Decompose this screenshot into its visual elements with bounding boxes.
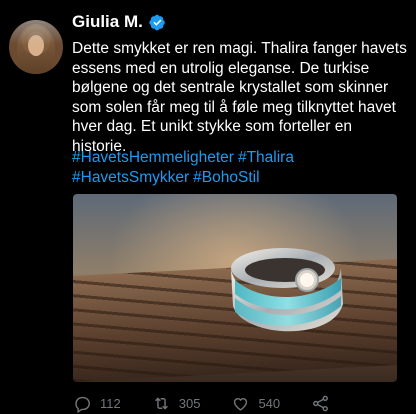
author-display-name[interactable]: Giulia M. (72, 12, 143, 32)
hashtag-link[interactable]: #HavetsHemmeligheter (72, 149, 234, 166)
reply-button[interactable]: 112 (73, 394, 121, 413)
retweet-button[interactable]: 305 (152, 394, 201, 413)
tweet-text: Dette smykket er ren magi. Thalira fange… (72, 40, 407, 155)
tweet: Giulia M. Dette smykket er ren magi. Tha… (0, 0, 416, 414)
tweet-actions: 112 305 540 (73, 393, 373, 413)
share-button[interactable] (311, 394, 330, 413)
hashtag-link[interactable]: #BohoStil (193, 169, 259, 186)
retweet-icon (154, 396, 168, 410)
like-count: 540 (258, 395, 281, 411)
hashtag-link[interactable]: #Thalira (238, 149, 294, 166)
reply-count: 112 (100, 395, 121, 411)
tweet-media-image[interactable] (73, 194, 397, 382)
avatar-background (9, 20, 63, 74)
share-icon (313, 395, 329, 411)
hashtags: #HavetsHemmeligheter #Thalira #HavetsSmyk… (72, 148, 408, 187)
like-button[interactable]: 540 (231, 394, 280, 413)
verified-badge-icon (149, 14, 165, 30)
like-icon (234, 397, 248, 411)
author-row: Giulia M. (72, 12, 166, 32)
avatar[interactable] (9, 20, 63, 74)
retweet-count: 305 (178, 395, 201, 411)
reply-icon (75, 396, 90, 413)
hashtag-link[interactable]: #HavetsSmykker (72, 169, 189, 186)
ring-illustration (231, 248, 343, 332)
